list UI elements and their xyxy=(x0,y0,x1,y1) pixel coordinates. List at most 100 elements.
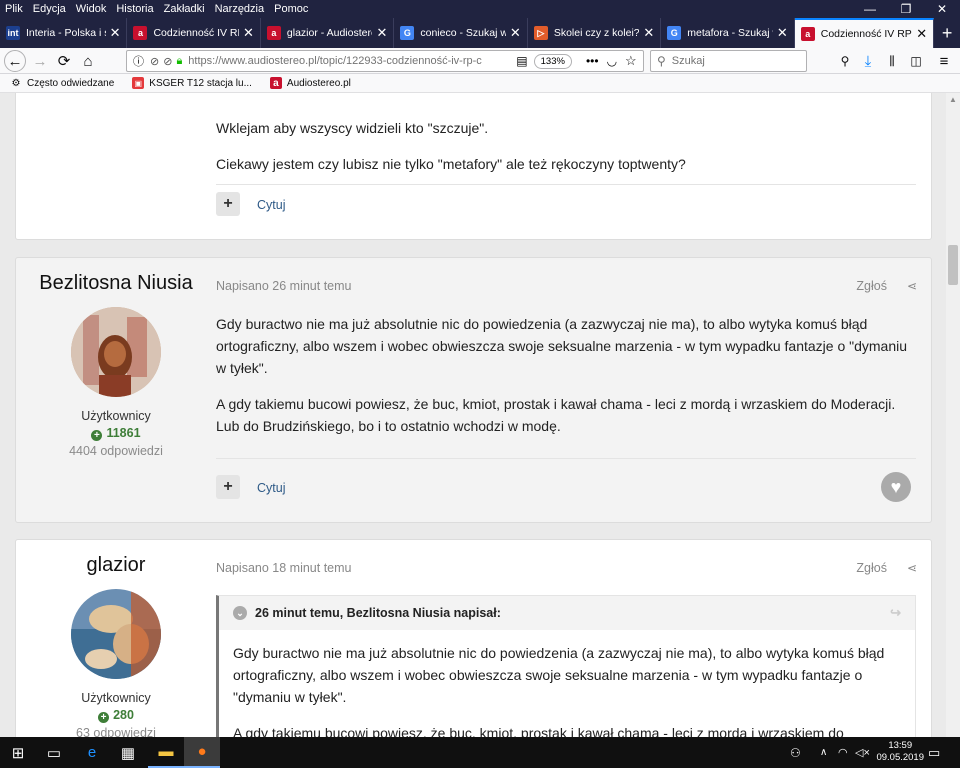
url-bar[interactable]: ⓘ ⊘ ⊘ 🔒︎ https://www.audiostereo.pl/topi… xyxy=(126,50,644,72)
volume-muted-icon[interactable]: ◁× xyxy=(855,737,870,768)
quote-link[interactable]: Cytuj xyxy=(257,481,285,495)
zoom-level[interactable]: 133% xyxy=(533,53,572,69)
bookmark-star-icon[interactable]: ☆ xyxy=(625,53,637,69)
search-input[interactable]: ⚲ Szukaj xyxy=(650,50,807,72)
report-link[interactable]: Zgłoś xyxy=(856,561,887,575)
plus-circle-icon: + xyxy=(91,430,103,441)
menu-historia[interactable]: Historia xyxy=(111,3,158,15)
search-icon: ⚲ xyxy=(657,54,666,68)
report-link[interactable]: Zgłoś xyxy=(856,279,887,293)
close-window-icon[interactable]: ✕ xyxy=(924,0,960,18)
tab-5[interactable]: Gmetafora - Szukaj w Go ✕ xyxy=(661,18,795,48)
author-name[interactable]: Bezlitosna Niusia xyxy=(16,272,216,295)
post-timestamp[interactable]: Napisano 26 minut temu xyxy=(216,279,352,293)
close-tab-icon[interactable]: ✕ xyxy=(777,25,788,41)
author-role: Użytkownicy xyxy=(81,409,151,423)
sidebar-icon[interactable]: ◫ xyxy=(906,51,926,71)
chevron-down-icon[interactable]: ⌄ xyxy=(233,606,247,620)
go-to-quote-icon[interactable]: ↪ xyxy=(890,605,901,621)
reputation-badge: +280 xyxy=(16,708,216,723)
tracking-icon[interactable]: ⊘ xyxy=(150,55,159,68)
menu-plik[interactable]: Plik xyxy=(0,3,28,15)
avatar[interactable] xyxy=(71,307,161,397)
wifi-icon[interactable]: ◠ xyxy=(838,737,848,768)
firefox-icon[interactable]: ● xyxy=(184,737,220,768)
minimize-icon[interactable]: — xyxy=(852,0,888,18)
page-actions-icon[interactable]: ••• xyxy=(586,54,599,68)
pocket-icon[interactable]: ◡ xyxy=(607,54,617,68)
tab-favicon-icon: ▷ xyxy=(533,26,548,40)
file-explorer-icon[interactable]: ▬ xyxy=(148,737,184,768)
post-timestamp[interactable]: Napisano 18 minut temu xyxy=(216,561,352,575)
post-glazior: glazior Użytkownicy +280 63 odpowiedzi N… xyxy=(15,539,932,737)
tab-3[interactable]: Gconieco - Szukaj w Go ✕ xyxy=(394,18,528,48)
scrollbar-thumb[interactable] xyxy=(948,245,958,285)
tray-chevron-icon[interactable]: ∧ xyxy=(820,737,827,768)
edge-icon[interactable]: e xyxy=(74,737,110,768)
clock[interactable]: 13:59 09.05.2019 xyxy=(876,740,924,764)
menu-widok[interactable]: Widok xyxy=(71,3,112,15)
hamburger-menu-icon[interactable]: ≡ xyxy=(934,51,954,71)
menu-edycja[interactable]: Edycja xyxy=(28,3,71,15)
tab-title: Codzienność IV RP czy xyxy=(153,27,239,39)
reader-view-icon[interactable]: ▤ xyxy=(516,54,527,68)
back-button[interactable]: ← xyxy=(4,50,26,72)
tab-0[interactable]: int Interia - Polska i świat ✕ xyxy=(0,18,128,48)
menu-zakladki[interactable]: Zakładki xyxy=(159,3,210,15)
post-body: Gdy buractwo nie ma już absolutnie nic d… xyxy=(216,313,916,451)
multiquote-button[interactable]: + xyxy=(216,192,240,216)
task-view-icon[interactable]: ▭ xyxy=(36,737,72,768)
taskbar: ⊞ ▭ e ▦ ▬ ● ⚇ ∧ ◠ ◁× 13:59 09.05.2019 ▭ xyxy=(0,737,960,768)
pin-icon[interactable]: ⚲ xyxy=(835,51,855,71)
close-tab-icon[interactable]: ✕ xyxy=(510,25,521,41)
tab-title: conieco - Szukaj w Go xyxy=(420,27,506,39)
tab-4[interactable]: ▷ Skolei czy z kolei? - ✕ xyxy=(528,18,662,48)
page-content: Wklejam aby wszyscy widzieli kto "szczuj… xyxy=(0,93,946,737)
camera-icon[interactable]: ⊘ xyxy=(163,55,172,68)
menu-pomoc[interactable]: Pomoc xyxy=(269,3,313,15)
search-placeholder: Szukaj xyxy=(671,55,705,67)
close-tab-icon[interactable]: ✕ xyxy=(243,25,254,41)
heart-icon[interactable]: ♥ xyxy=(881,472,911,502)
tab-title: Interia - Polska i świat xyxy=(26,27,106,39)
scroll-up-icon[interactable]: ▲ xyxy=(948,95,958,105)
avatar[interactable] xyxy=(71,589,161,679)
close-tab-icon[interactable]: ✕ xyxy=(110,25,121,41)
calculator-icon[interactable]: ▦ xyxy=(110,737,146,768)
scrollbar[interactable] xyxy=(946,93,960,737)
bookmark-ksger[interactable]: ▣ KSGER T12 stacja lu... xyxy=(132,77,252,89)
notifications-icon[interactable]: ▭ xyxy=(928,737,940,768)
tab-2[interactable]: a glazior - Audiostereo.pl✕ xyxy=(261,18,395,48)
forward-button[interactable]: → xyxy=(30,51,50,71)
windows-start-icon[interactable]: ⊞ xyxy=(0,737,36,768)
author-role: Użytkownicy xyxy=(81,691,151,705)
info-icon[interactable]: ⓘ xyxy=(133,53,144,69)
reply-count: 4404 odpowiedzi xyxy=(69,444,163,458)
download-icon[interactable]: ⤓ xyxy=(858,51,878,71)
tab-1[interactable]: a Codzienność IV RP czy ✕ xyxy=(127,18,261,48)
share-icon[interactable]: ⋖ xyxy=(907,561,917,575)
bookmark-audiostereo[interactable]: a Audiostereo.pl xyxy=(269,77,351,89)
people-icon[interactable]: ⚇ xyxy=(790,737,801,768)
menu-narzedzia[interactable]: Narzędzia xyxy=(210,3,270,15)
new-tab-button[interactable]: + xyxy=(934,18,960,48)
close-tab-icon[interactable]: ✕ xyxy=(643,25,654,41)
tab-favicon-icon: a xyxy=(266,26,281,40)
reputation-value: 11861 xyxy=(106,426,141,440)
restore-icon[interactable]: ❐ xyxy=(888,0,924,18)
library-icon[interactable]: ⫼ xyxy=(882,51,902,71)
home-button[interactable]: ⌂ xyxy=(78,51,98,71)
share-icon[interactable]: ⋖ xyxy=(907,279,917,293)
tab-6[interactable]: a Codzienność IV RP czy✕ xyxy=(794,18,935,48)
quote-link[interactable]: Cytuj xyxy=(257,198,285,212)
multiquote-button[interactable]: + xyxy=(216,475,240,499)
close-tab-icon[interactable]: ✕ xyxy=(916,26,927,42)
author-name[interactable]: glazior xyxy=(16,554,216,577)
quote-header: ⌄ 26 minut temu, Bezlitosna Niusia napis… xyxy=(219,596,915,630)
post-paragraph: A gdy takiemu bucowi powiesz, że buc, km… xyxy=(216,396,896,434)
url-text[interactable]: https://www.audiostereo.pl/topic/122933-… xyxy=(188,55,508,67)
bookmark-czesto[interactable]: ⚙ Często odwiedzane xyxy=(10,77,115,89)
close-tab-icon[interactable]: ✕ xyxy=(376,25,387,41)
reload-button[interactable]: ⟳ xyxy=(54,51,74,71)
divider xyxy=(216,458,916,459)
